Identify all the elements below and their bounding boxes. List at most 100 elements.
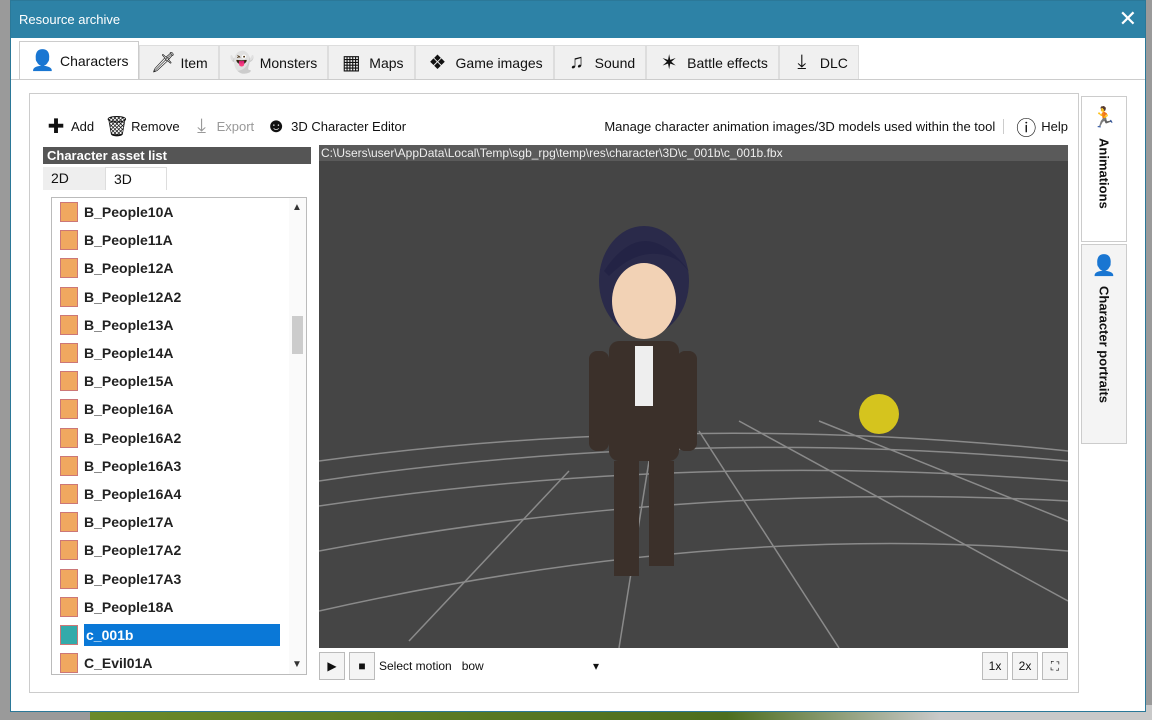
model-icon xyxy=(60,624,78,645)
list-item-label: B_People13A xyxy=(84,316,174,333)
3d-scene xyxy=(319,226,1068,648)
list-scrollbar[interactable]: ▲ ▼ xyxy=(289,198,306,674)
tab-characters[interactable]: 👤 Characters xyxy=(19,41,140,79)
list-item[interactable]: B_People13A xyxy=(52,311,306,339)
characters-panel: ✚ Add 🗑 Remove ⤓ Export ☻ 3D Character Edito… xyxy=(29,93,1079,693)
3d-character-editor-button[interactable]: ☻ 3D Character Editor xyxy=(264,115,406,138)
tab-animations[interactable]: 🏃 Animations xyxy=(1081,96,1127,242)
list-item[interactable]: B_People15A xyxy=(52,367,306,395)
list-item-label: B_People17A xyxy=(84,514,174,531)
list-item[interactable]: B_People17A3 xyxy=(52,564,306,592)
stop-button[interactable]: ■ xyxy=(349,652,375,680)
tab-character-portraits[interactable]: 👤 Character portraits xyxy=(1081,244,1127,444)
tab-monsters[interactable]: 👻 Monsters xyxy=(218,45,329,79)
export-icon: ⤓ xyxy=(197,114,206,137)
list-item-label: B_People17A3 xyxy=(84,570,182,587)
chevron-down-icon: ▾ xyxy=(592,659,599,673)
list-item[interactable]: C_Evil01A xyxy=(52,649,306,674)
list-item[interactable]: B_People16A4 xyxy=(52,480,306,508)
character-file-icon xyxy=(60,258,78,279)
list-item[interactable]: B_People14A xyxy=(52,339,306,367)
tab-2d[interactable]: 2D xyxy=(43,167,105,190)
tab-sound[interactable]: ♫ Sound xyxy=(553,45,647,79)
help-button[interactable]: ⓘ Help xyxy=(1014,112,1068,141)
list-item-label: B_People16A2 xyxy=(84,429,182,446)
character-file-icon xyxy=(60,653,78,674)
character-icon: 👤 xyxy=(30,50,55,72)
toolbar: ✚ Add 🗑 Remove ⤓ Export ☻ 3D Character Edito… xyxy=(44,112,1068,141)
list-item-label: B_People17A2 xyxy=(84,542,182,559)
fullscreen-icon: ⛶ xyxy=(1050,658,1060,673)
tab-dlc[interactable]: ⤓ DLC xyxy=(778,45,859,79)
tab-label: Game images xyxy=(455,54,543,71)
fullscreen-button[interactable]: ⛶ xyxy=(1042,652,1068,680)
list-item-label: B_People12A2 xyxy=(84,288,182,305)
list-item-label: c_001b xyxy=(84,623,280,646)
speed-2x-button[interactable]: 2x xyxy=(1012,652,1038,680)
info-icon: ⓘ xyxy=(1016,117,1037,140)
scroll-down-icon[interactable]: ▼ xyxy=(292,659,302,670)
title-bar: Resource archive ✕ xyxy=(11,1,1145,38)
add-button[interactable]: ✚ Add xyxy=(44,114,95,139)
resource-archive-window: Resource archive ✕ 👤 Characters 🗡 Item 👻 Mons… xyxy=(10,0,1146,712)
ghost-icon: 👻 xyxy=(229,52,255,74)
list-item[interactable]: B_People18A xyxy=(52,593,306,621)
speed-1x-button[interactable]: 1x xyxy=(982,652,1008,680)
tab-item[interactable]: 🗡 Item xyxy=(139,45,219,79)
tab-game-images[interactable]: ❖ Game images xyxy=(414,45,554,79)
remove-button[interactable]: 🗑 Remove xyxy=(104,114,179,139)
stop-icon: ■ xyxy=(358,659,366,673)
character-file-icon xyxy=(60,427,78,448)
list-item[interactable]: B_People12A xyxy=(52,254,306,282)
list-item[interactable]: B_People17A2 xyxy=(52,536,306,564)
playback-controls: ▶ ■ Select motion bow ▾ 1x 2x ⛶ xyxy=(319,650,1068,682)
character-file-icon xyxy=(60,230,78,251)
running-figure-icon: 🏃 xyxy=(1091,107,1117,129)
list-item-label: B_People12A xyxy=(84,260,174,277)
help-label: Help xyxy=(1041,118,1068,134)
list-item-label: B_People18A xyxy=(84,598,174,615)
tab-battle-effects[interactable]: ✶ Battle effects xyxy=(646,45,779,79)
motion-label: Select motion xyxy=(379,659,452,673)
tab-3d[interactable]: 3D xyxy=(105,167,167,190)
motion-value: bow xyxy=(461,659,484,673)
list-item[interactable]: B_People11A xyxy=(52,226,306,254)
scroll-thumb[interactable] xyxy=(292,316,303,354)
character-file-icon xyxy=(60,512,78,533)
tab-maps[interactable]: ▦ Maps xyxy=(328,45,415,79)
scroll-up-icon[interactable]: ▲ xyxy=(292,202,302,213)
portraits-label: Character portraits xyxy=(1096,286,1112,404)
portrait-icon: 👤 xyxy=(1091,255,1117,277)
trash-icon: 🗑 xyxy=(104,115,130,138)
play-button[interactable]: ▶ xyxy=(319,652,345,680)
list-item[interactable]: B_People10A xyxy=(52,198,306,226)
list-item[interactable]: B_People17A xyxy=(52,508,306,536)
3d-viewport[interactable]: C:\Users\user\AppData\Local\Temp\sgb_rpg… xyxy=(319,145,1068,648)
list-item[interactable]: B_People16A3 xyxy=(52,452,306,480)
dimension-tabs: 2D 3D xyxy=(43,167,167,190)
list-item[interactable]: B_People12A2 xyxy=(52,283,306,311)
list-item[interactable]: B_People16A xyxy=(52,395,306,423)
list-item[interactable]: B_People16A2 xyxy=(52,424,306,452)
model-path: C:\Users\user\AppData\Local\Temp\sgb_rpg… xyxy=(319,145,1068,161)
list-item-label: C_Evil01A xyxy=(84,655,153,672)
tab-label: Sound xyxy=(594,54,636,71)
window-title: Resource archive xyxy=(19,12,121,27)
tab-label: Battle effects xyxy=(687,54,768,71)
play-icon: ▶ xyxy=(327,659,337,673)
editor-label: 3D Character Editor xyxy=(291,118,407,134)
list-item-label: B_People16A xyxy=(84,401,174,418)
character-model xyxy=(589,226,697,576)
character-file-icon xyxy=(60,286,78,307)
close-button[interactable]: ✕ xyxy=(1119,6,1137,32)
panel-description: Manage character animation images/3D mod… xyxy=(604,118,1005,134)
tab-label: Maps xyxy=(369,54,404,71)
list-item[interactable]: c_001b xyxy=(52,621,306,649)
box-icon: ❖ xyxy=(428,52,447,74)
character-file-icon xyxy=(60,483,78,504)
list-item-label: B_People16A4 xyxy=(84,485,182,502)
motion-select[interactable]: Select motion bow ▾ xyxy=(379,659,599,673)
map-icon: ▦ xyxy=(341,52,361,74)
export-button[interactable]: ⤓ Export xyxy=(190,114,255,138)
export-label: Export xyxy=(216,118,255,134)
